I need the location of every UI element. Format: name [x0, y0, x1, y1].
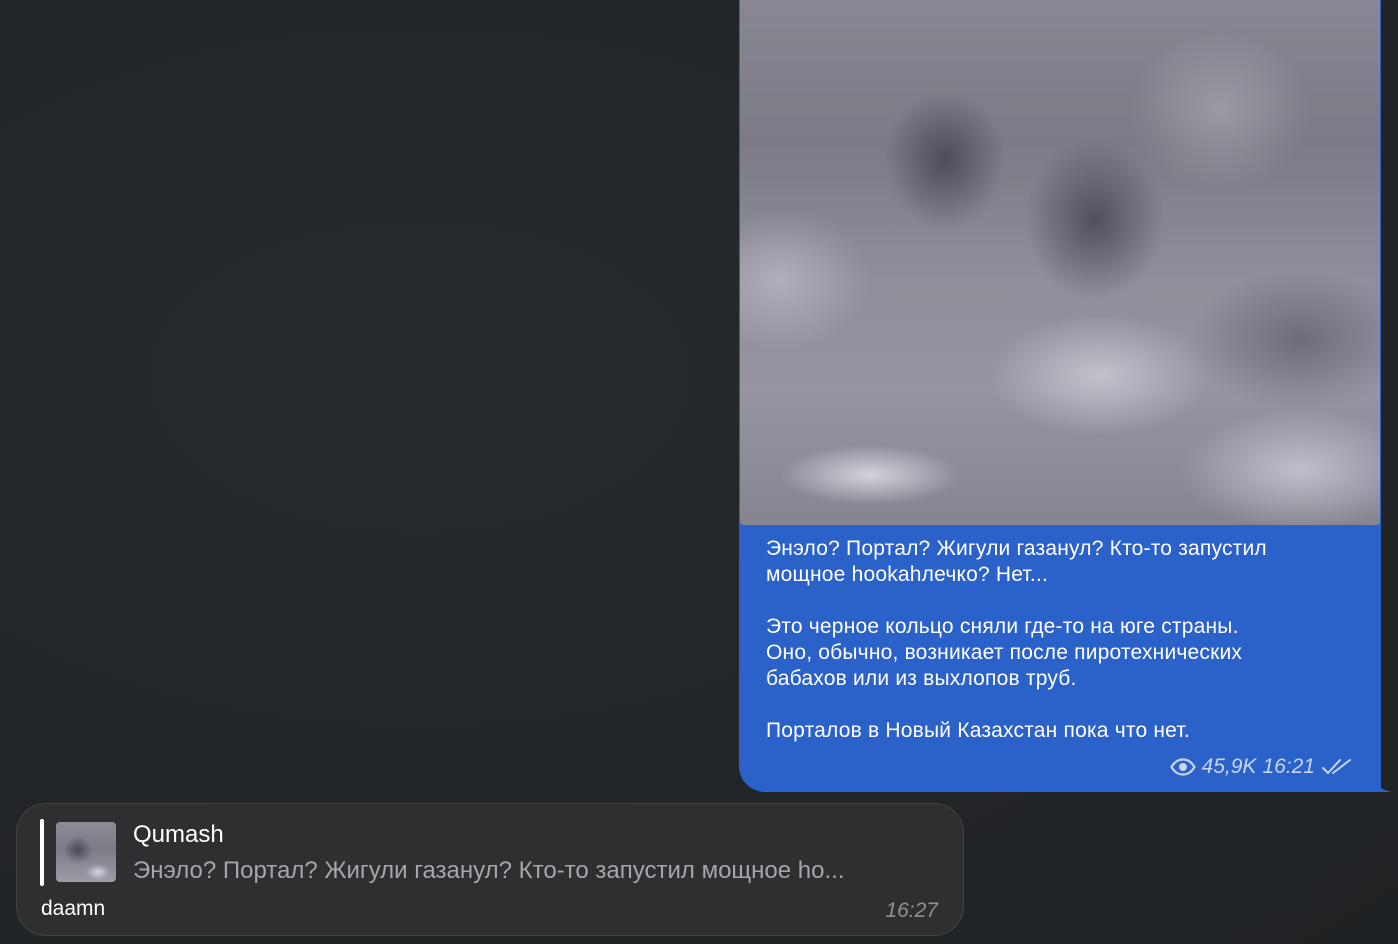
reply-message-bubble[interactable]: Qumash Энэло? Портал? Жигули газанул? Кт… — [16, 803, 964, 936]
quote-author[interactable]: Qumash — [133, 821, 224, 849]
post-meta: 45,9K 16:21 — [1169, 753, 1353, 781]
caption-line: Энэло? Портал? Жигули газанул? Кто-то за… — [766, 537, 1267, 560]
bubble-tail — [1370, 770, 1392, 792]
message-time: 16:27 — [885, 899, 938, 922]
eye-icon — [1169, 758, 1196, 776]
caption-line: Порталов в Новый Казахстан пока что нет. — [766, 719, 1190, 742]
caption-gap — [766, 692, 1356, 718]
message-text: daamn — [41, 897, 106, 920]
channel-post-bubble[interactable]: Энэло? Портал? Жигули газанул? Кто-то за… — [739, 0, 1381, 792]
chat-area: Энэло? Портал? Жигули газанул? Кто-то за… — [0, 0, 1398, 944]
quote-bar — [40, 819, 44, 886]
double-check-icon — [1321, 757, 1353, 777]
post-time: 16:21 — [1262, 755, 1315, 778]
caption-line: мощное hookahлечко? Нет... — [766, 563, 1049, 586]
quote-thumbnail[interactable] — [56, 822, 116, 882]
caption-line: Оно, обычно, возникает после пиротехниче… — [766, 641, 1243, 664]
quote-text[interactable]: Энэло? Портал? Жигули газанул? Кто-то за… — [133, 857, 945, 885]
caption-line: Это черное кольцо сняли где-то на юге ст… — [766, 615, 1239, 638]
caption-line: бабахов или из выхлопов труб. — [766, 667, 1077, 690]
post-photo[interactable] — [740, 0, 1380, 525]
post-caption: Энэло? Портал? Жигули газанул? Кто-то за… — [766, 536, 1356, 744]
caption-gap — [766, 588, 1356, 614]
views-count: 45,9K — [1201, 755, 1257, 778]
